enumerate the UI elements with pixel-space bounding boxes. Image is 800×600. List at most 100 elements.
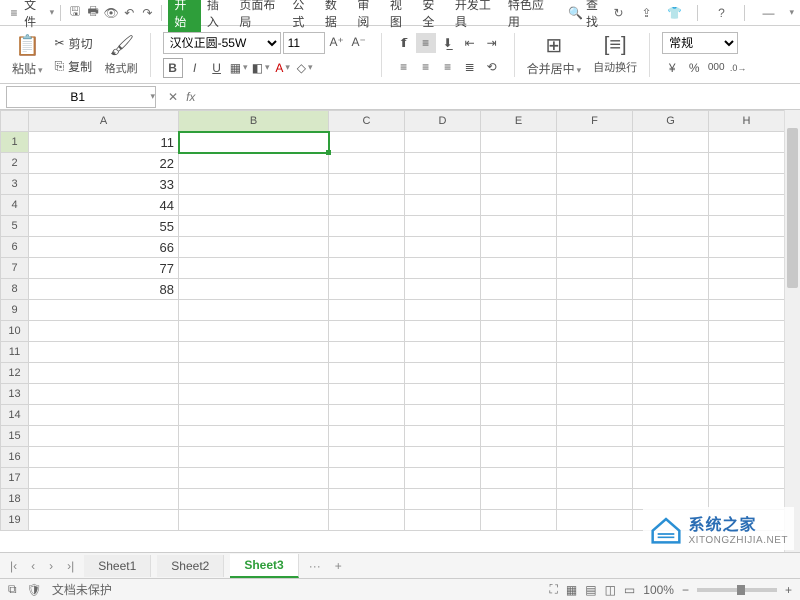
cell-E6[interactable] [481,237,557,258]
help-icon[interactable]: ? [712,6,730,20]
cell-B8[interactable] [179,279,329,300]
cell-G16[interactable] [633,447,709,468]
cell-E4[interactable] [481,195,557,216]
cell-G7[interactable] [633,258,709,279]
cell-H8[interactable] [709,279,785,300]
row-header-17[interactable]: 17 [1,468,29,489]
cell-F13[interactable] [557,384,633,405]
fill-color-icon[interactable]: ◧▾ [251,58,271,78]
share-icon[interactable]: ⇪ [637,6,655,20]
align-left-icon[interactable]: ≡ [394,57,414,77]
merge-label[interactable]: 合并居中▾ [527,60,582,77]
cell-F19[interactable] [557,510,633,531]
cell-G15[interactable] [633,426,709,447]
cell-D1[interactable] [405,132,481,153]
cell-D12[interactable] [405,363,481,384]
cell-A10[interactable] [29,321,179,342]
row-header-9[interactable]: 9 [1,300,29,321]
cell-E2[interactable] [481,153,557,174]
cell-A14[interactable] [29,405,179,426]
font-name-select[interactable]: 汉仪正圆-55W [163,32,281,54]
cell-F16[interactable] [557,447,633,468]
cell-B13[interactable] [179,384,329,405]
zoom-slider[interactable] [697,588,777,592]
row-header-16[interactable]: 16 [1,447,29,468]
row-header-4[interactable]: 4 [1,195,29,216]
format-painter-icon[interactable]: 🖌 [109,33,133,58]
cell-B9[interactable] [179,300,329,321]
cell-D11[interactable] [405,342,481,363]
cell-E9[interactable] [481,300,557,321]
view-split-icon[interactable]: ◫ [605,583,616,597]
vertical-scrollbar[interactable] [784,110,800,572]
read-mode-icon[interactable]: ▭ [624,583,635,597]
cell-G1[interactable] [633,132,709,153]
column-header-E[interactable]: E [481,111,557,132]
cell-G2[interactable] [633,153,709,174]
cell-A18[interactable] [29,489,179,510]
clipboard-icon[interactable]: 📋 [15,33,39,58]
align-bottom-icon[interactable]: ⬇̲ [438,33,458,53]
row-header-13[interactable]: 13 [1,384,29,405]
redo-icon[interactable]: ↷ [139,6,155,20]
row-header-3[interactable]: 3 [1,174,29,195]
cell-E11[interactable] [481,342,557,363]
row-header-14[interactable]: 14 [1,405,29,426]
cell-C9[interactable] [329,300,405,321]
cell-F4[interactable] [557,195,633,216]
cell-B6[interactable] [179,237,329,258]
cell-C1[interactable] [329,132,405,153]
cell-C17[interactable] [329,468,405,489]
cell-F10[interactable] [557,321,633,342]
clear-format-icon[interactable]: ◇▾ [295,58,315,78]
sheet-tab-3[interactable]: Sheet3 [230,554,298,578]
minimize-icon[interactable]: — [759,6,777,20]
cell-C16[interactable] [329,447,405,468]
align-center-icon[interactable]: ≡ [416,57,436,77]
fullscreen-icon[interactable]: ⛶ [549,582,557,597]
cell-F7[interactable] [557,258,633,279]
cell-D17[interactable] [405,468,481,489]
cell-A1[interactable]: 11 [29,132,179,153]
column-header-D[interactable]: D [405,111,481,132]
wrap-text-icon[interactable]: [≡] [603,34,627,57]
cell-C18[interactable] [329,489,405,510]
cell-B2[interactable] [179,153,329,174]
cell-D8[interactable] [405,279,481,300]
save-icon[interactable]: 🖫 [67,2,83,23]
row-header-6[interactable]: 6 [1,237,29,258]
search-icon[interactable]: 🔍 [568,6,584,20]
cell-H17[interactable] [709,468,785,489]
cell-H10[interactable] [709,321,785,342]
cell-A13[interactable] [29,384,179,405]
cell-E1[interactable] [481,132,557,153]
cell-G4[interactable] [633,195,709,216]
cell-B15[interactable] [179,426,329,447]
cell-B18[interactable] [179,489,329,510]
cell-E3[interactable] [481,174,557,195]
cell-D18[interactable] [405,489,481,510]
sheet-tab-2[interactable]: Sheet2 [157,555,224,577]
cell-A9[interactable] [29,300,179,321]
cell-B7[interactable] [179,258,329,279]
spreadsheet-grid[interactable]: ABCDEFGH11122233344455566677788891011121… [0,110,800,572]
cell-A2[interactable]: 22 [29,153,179,174]
italic-icon[interactable]: I [185,58,205,78]
cell-G13[interactable] [633,384,709,405]
column-header-A[interactable]: A [29,111,179,132]
row-header-8[interactable]: 8 [1,279,29,300]
currency-icon[interactable]: ¥ [662,58,682,78]
cell-E13[interactable] [481,384,557,405]
sheet-more-icon[interactable]: ··· [305,559,325,573]
cell-D2[interactable] [405,153,481,174]
cell-G5[interactable] [633,216,709,237]
hamburger-icon[interactable]: ≡ [6,6,22,20]
cell-G9[interactable] [633,300,709,321]
cell-H2[interactable] [709,153,785,174]
row-header-15[interactable]: 15 [1,426,29,447]
zoom-out-icon[interactable]: − [682,583,689,597]
cell-H16[interactable] [709,447,785,468]
cell-B5[interactable] [179,216,329,237]
view-page-icon[interactable]: ▤ [585,583,596,597]
cell-E18[interactable] [481,489,557,510]
